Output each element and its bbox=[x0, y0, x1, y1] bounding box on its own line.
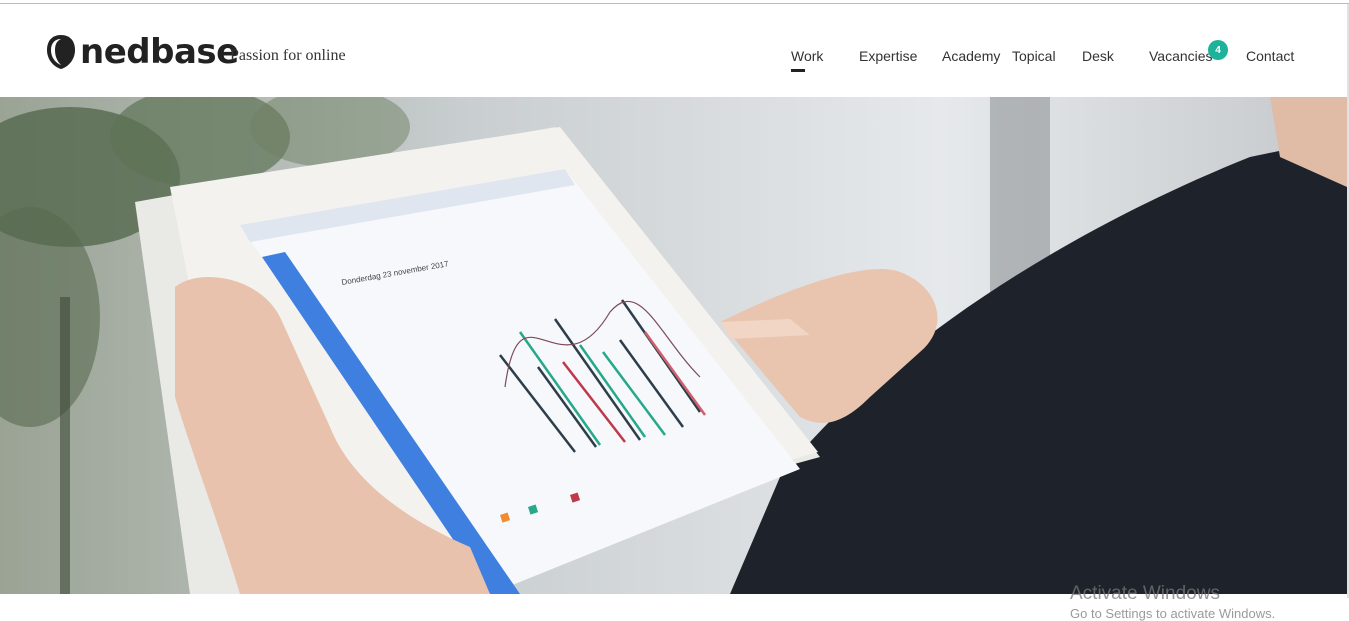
nav-item-work[interactable]: Work bbox=[791, 48, 823, 72]
shield-logo-icon bbox=[47, 35, 75, 69]
nav-item-expertise[interactable]: Expertise bbox=[859, 48, 917, 64]
brand-name: nedbase bbox=[80, 32, 239, 72]
nav-item-contact[interactable]: Contact bbox=[1246, 48, 1294, 64]
nav-item-desk[interactable]: Desk bbox=[1082, 48, 1114, 64]
watermark-title: Activate Windows bbox=[1070, 583, 1220, 604]
watermark-subtitle: Go to Settings to activate Windows. bbox=[1070, 605, 1276, 621]
nav-item-academy[interactable]: Academy bbox=[942, 48, 1000, 64]
hero-image: Donderdag 23 november 2017 bbox=[0, 97, 1347, 594]
brand-tagline: Passion for online bbox=[230, 47, 346, 64]
brand-logo[interactable]: nedbase bbox=[46, 34, 239, 70]
nav-item-vacancies[interactable]: Vacancies bbox=[1149, 48, 1213, 64]
site-header: nedbase Passion for online Work Expertis… bbox=[0, 4, 1347, 97]
nav-item-topical[interactable]: Topical bbox=[1012, 48, 1056, 64]
hero-photo-illustration: Donderdag 23 november 2017 bbox=[0, 97, 1347, 594]
windows-activation-watermark: Activate Windows Go to Settings to activ… bbox=[1070, 583, 1276, 621]
vacancies-count-badge: 4 bbox=[1208, 40, 1228, 60]
